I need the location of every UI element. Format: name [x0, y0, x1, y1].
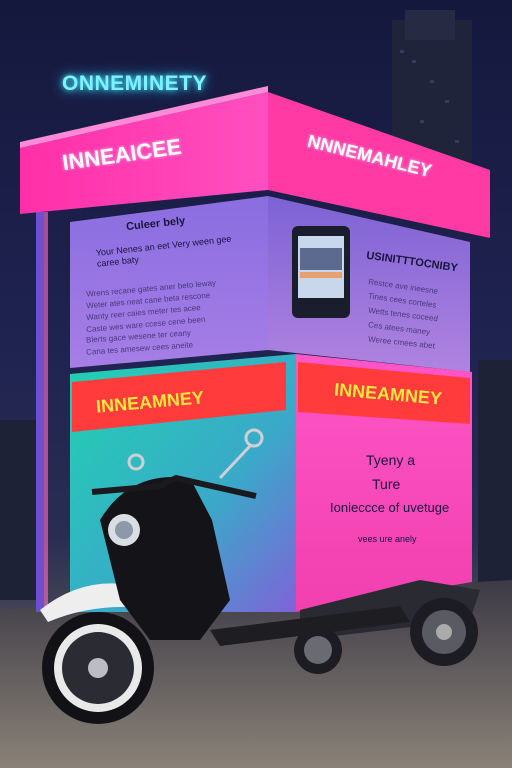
lower-panel-line-4: vees ure anely [358, 534, 417, 544]
lower-panel-line-2: Ture [372, 476, 401, 492]
tablet-device [292, 226, 350, 318]
lower-panel-line-1: Tyeny a [366, 452, 416, 468]
kiosk-post-left [36, 212, 44, 612]
poster-scene: { "top_glow_sign": "ONNEMINETY", "sign_f… [0, 0, 512, 768]
scene-artwork [0, 10, 512, 768]
lower-panel-line-3: Ionieccce of uvetuge [330, 500, 450, 515]
top-glow-sign: ONNEMINETY [62, 72, 208, 95]
